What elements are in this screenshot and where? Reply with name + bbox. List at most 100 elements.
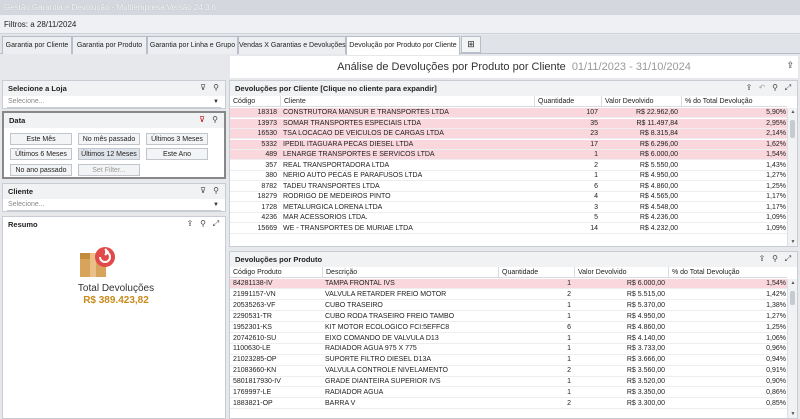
- table-row[interactable]: 357 REAL TRANSPORTADORA LTDA 2 R$ 5.550,00 1…: [230, 161, 787, 171]
- scroll-thumb[interactable]: [790, 120, 795, 138]
- clear-filter-icon[interactable]: ⊽: [198, 83, 208, 93]
- col-valor[interactable]: Valor Devolvido: [601, 96, 681, 107]
- clientes-grid-title: Devoluções por Cliente [Clique no client…: [235, 84, 437, 93]
- table-row[interactable]: 15669 WE - TRANSPORTES DE MURIAE LTDA 14 R$…: [230, 224, 787, 234]
- cell-cliente: LENARGE TRANSPORTES E SERVICOS LTDA: [283, 151, 435, 158]
- scroll-up-icon[interactable]: ▲: [788, 108, 798, 116]
- table-row[interactable]: 489 LENARGE TRANSPORTES E SERVICOS LTDA 1 R…: [230, 150, 787, 161]
- date-mes-passado-button[interactable]: No mês passado: [78, 133, 140, 145]
- table-row[interactable]: 1100630-LE RADIADOR AGUA 975 X 775 1 R$ 3.7…: [230, 344, 787, 355]
- cell-valor: R$ 3.350,00: [626, 389, 665, 396]
- loja-select[interactable]: Selecione... ▼: [7, 96, 221, 108]
- export-icon[interactable]: ⇪: [757, 254, 767, 264]
- table-row[interactable]: 4236 MAR ACESSORIOS LTDA. 5 R$ 4.236,00 1,09…: [230, 213, 787, 224]
- table-row[interactable]: 16530 TSA LOCACAO DE VEICULOS DE CARGAS L…: [230, 129, 787, 140]
- table-row[interactable]: 21083660-KN VALVULA CONTROLE NIVELAMENTO 2…: [230, 366, 787, 377]
- cell-pct: 0,86%: [766, 389, 786, 396]
- date-3-meses-button[interactable]: Últimos 3 Meses: [146, 133, 208, 145]
- maximize-icon[interactable]: ⤢: [211, 219, 221, 229]
- cell-pct: 1,17%: [766, 203, 786, 211]
- produtos-grid: Devoluções por Produto ⇪ ⚲ ⤢ Código Produt…: [229, 251, 798, 419]
- clientes-columns: Código Cliente Quantidade Valor Devolvid…: [230, 96, 787, 107]
- date-este-ano-button[interactable]: Este Ano: [146, 148, 208, 160]
- cell-valor: R$ 11.497,84: [636, 119, 678, 127]
- scroll-thumb[interactable]: [790, 291, 795, 305]
- scroll-down-icon[interactable]: ▼: [788, 238, 798, 246]
- scroll-down-icon[interactable]: ▼: [788, 410, 798, 418]
- table-row[interactable]: 18279 RODRIGO DE MEDEIROS PINTO 4 R$ 4.565,…: [230, 192, 787, 203]
- chevron-down-icon: ▼: [213, 202, 219, 208]
- tab-garantia-produto[interactable]: Garantia por Produto: [72, 36, 147, 54]
- col-quantidade[interactable]: Quantidade: [534, 96, 601, 107]
- table-row[interactable]: 84281138-IV TAMPA FRONTAL IVS 1 R$ 6.000,00…: [230, 279, 787, 290]
- col-valor[interactable]: Valor Devolvido: [574, 267, 668, 278]
- table-row[interactable]: 13973 SOMAR TRANSPORTES ESPECIAIS LTDA 35 R…: [230, 118, 787, 129]
- cell-codigo-produto: 1883821-OP: [233, 399, 273, 407]
- cell-cliente: RODRIGO DE MEDEIROS PINTO: [283, 193, 391, 200]
- maximize-icon[interactable]: ⤢: [783, 254, 793, 264]
- table-row[interactable]: 21023285-OP SUPORTE FILTRO DIESEL D13A 1 R$…: [230, 355, 787, 366]
- table-row[interactable]: 380 NERIO AUTO PECAS E PARAFUSOS LTDA 1 R$ …: [230, 171, 787, 182]
- export-icon[interactable]: ⇪: [744, 83, 754, 93]
- table-row[interactable]: 18318 CONSTRUTORA MANSUR E TRANSPORTES LT…: [230, 108, 787, 119]
- table-row[interactable]: 5332 IPEDIL ITAGUARA PECAS DIESEL LTDA 17 R…: [230, 139, 787, 150]
- filters-value: a 28/11/2024: [30, 20, 77, 29]
- search-options-icon[interactable]: ⚲: [210, 115, 220, 125]
- cell-quantidade: 14: [590, 224, 598, 232]
- date-ano-passado-button[interactable]: No ano passado: [10, 164, 72, 176]
- cell-pct: 1,38%: [766, 301, 786, 309]
- search-options-icon[interactable]: ⚲: [211, 186, 221, 196]
- undo-icon[interactable]: ↶: [757, 83, 767, 93]
- clear-filter-icon[interactable]: ⊽: [197, 115, 207, 125]
- table-row[interactable]: 5801817930-IV GRADE DIANTEIRA SUPERIOR IV…: [230, 377, 787, 388]
- cell-quantidade: 3: [594, 203, 598, 211]
- table-row[interactable]: 1952301-KS KIT MOTOR ECOLOGICO FCI:5EFFC8…: [230, 323, 787, 333]
- scroll-up-icon[interactable]: ▲: [788, 279, 798, 287]
- window-title: Gestão Garantia e Devolução - Multiempre…: [4, 3, 217, 12]
- table-row[interactable]: 1728 METALURGICA LORENA LTDA 3 R$ 4.548,00 1…: [230, 203, 787, 213]
- search-options-icon[interactable]: ⚲: [770, 83, 780, 93]
- date-12-meses-button[interactable]: Últimos 12 Meses: [78, 148, 140, 160]
- col-descricao[interactable]: Descrição: [322, 267, 498, 278]
- cell-pct: 0,90%: [766, 378, 786, 386]
- export-icon[interactable]: ⇪: [185, 219, 195, 229]
- table-row[interactable]: 21991157-VN VALVULA RETARDER FREIO MOTOR 2…: [230, 290, 787, 301]
- date-este-mes-button[interactable]: Este Mês: [10, 133, 72, 145]
- table-row[interactable]: 1769997-LE RADIADOR AGUA 1 R$ 3.350,00 0,86%: [230, 388, 787, 399]
- search-options-icon[interactable]: ⚲: [211, 83, 221, 93]
- date-6-meses-button[interactable]: Últimos 6 Meses: [10, 148, 72, 160]
- clientes-scrollbar[interactable]: ▲ ▼: [787, 108, 797, 246]
- maximize-icon[interactable]: ⤢: [783, 83, 793, 93]
- cell-valor: R$ 6.000,00: [626, 280, 665, 287]
- col-codigo[interactable]: Código: [230, 96, 280, 107]
- col-codigo-produto[interactable]: Código Produto: [230, 267, 322, 278]
- col-quantidade[interactable]: Quantidade: [498, 267, 574, 278]
- clear-filter-icon[interactable]: ⊽: [198, 186, 208, 196]
- cell-quantidade: 2: [594, 161, 598, 169]
- set-filter-button[interactable]: Set Filter...: [78, 164, 140, 176]
- col-cliente[interactable]: Cliente: [280, 96, 534, 107]
- cliente-select[interactable]: Selecione... ▼: [7, 199, 221, 211]
- tab-devolucao-produto-cliente[interactable]: Devolução por Produto por Cliente: [346, 36, 460, 55]
- clientes-grid-header: Devoluções por Cliente [Clique no client…: [230, 81, 797, 96]
- add-tab-button[interactable]: ⊞: [461, 36, 481, 53]
- table-row[interactable]: 20535263-VF CUBO TRASEIRO 1 R$ 5.370,00 1,38…: [230, 301, 787, 312]
- cell-valor: R$ 8.315,84: [639, 130, 678, 137]
- cell-quantidade: 107: [586, 109, 598, 116]
- export-icon[interactable]: ⇪: [786, 60, 794, 71]
- cell-descricao: SUPORTE FILTRO DIESEL D13A: [325, 356, 432, 364]
- table-row[interactable]: 8782 TADEU TRANSPORTES LTDA 6 R$ 4.860,00 1,…: [230, 182, 787, 192]
- col-pct[interactable]: % do Total Devolução: [668, 267, 791, 278]
- search-options-icon[interactable]: ⚲: [770, 254, 780, 264]
- table-row[interactable]: 2290531-TR CUBO RODA TRASEIRO FREIO TAMBO…: [230, 312, 787, 323]
- table-row[interactable]: 20742610-SU EIXO COMANDO DE VALVULA D13 1 R…: [230, 334, 787, 344]
- col-pct[interactable]: % do Total Devolução: [681, 96, 791, 107]
- cell-quantidade: 1: [567, 312, 571, 320]
- tab-garantia-linha-grupo[interactable]: Garantia por Linha e Grupo: [147, 36, 238, 54]
- table-row[interactable]: 1883821-OP BARRA V 2 R$ 3.300,00 0,85%: [230, 399, 787, 410]
- tab-garantia-cliente[interactable]: Garantia por Cliente: [2, 36, 72, 54]
- cell-codigo-produto: 1100630-LE: [233, 345, 271, 353]
- produtos-scrollbar[interactable]: ▲ ▼: [787, 279, 797, 418]
- tab-vendas-garantias[interactable]: Vendas X Garantias e Devoluções: [238, 36, 346, 54]
- search-options-icon[interactable]: ⚲: [198, 219, 208, 229]
